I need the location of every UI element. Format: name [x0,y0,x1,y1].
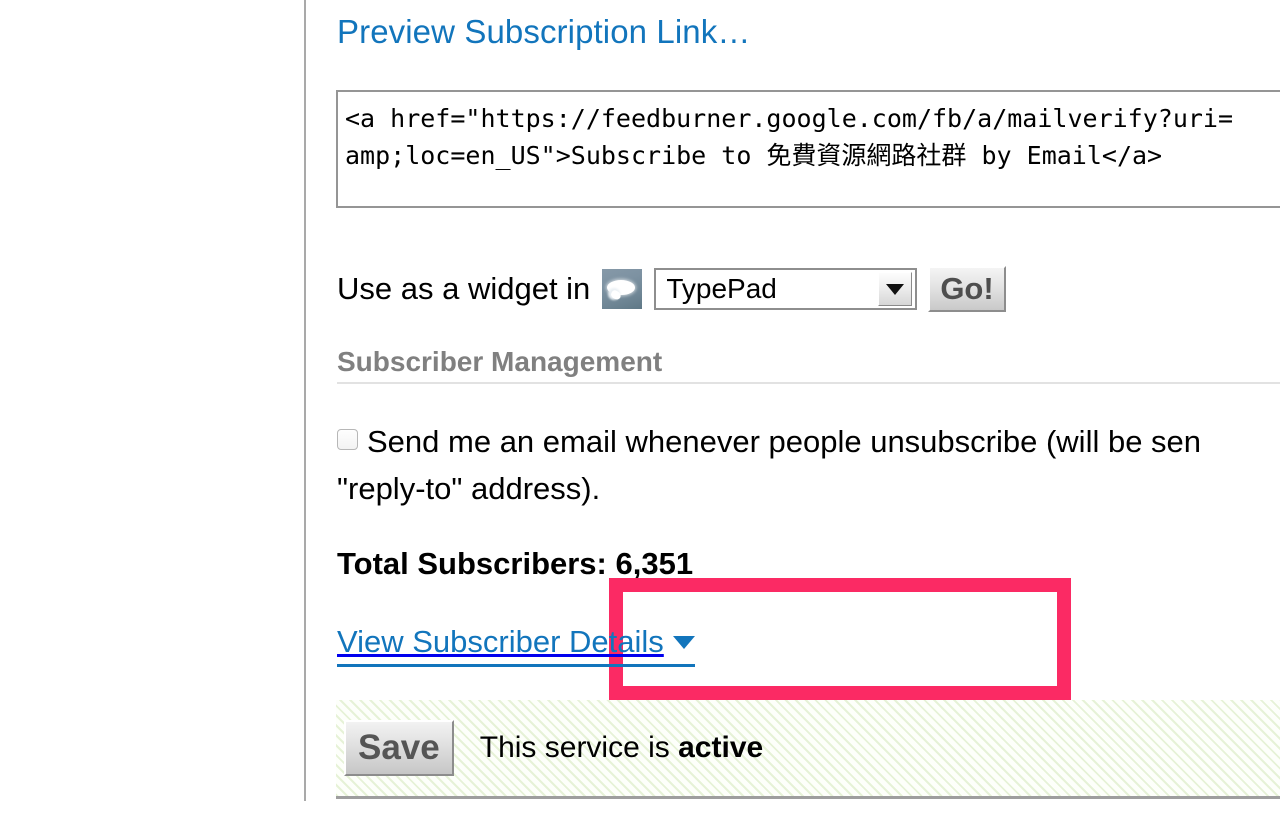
caret-down-icon [672,635,695,649]
preview-subscription-link[interactable]: Preview Subscription Link… [337,12,750,52]
unsubscribe-notification-label-line2: "reply-to" address). [337,471,601,506]
section-divider [337,382,1280,384]
use-as-widget-label: Use as a widget in [337,271,591,306]
code-line-2: amp;loc=en_US">Subscribe to 免費資源網路社群 by … [345,141,1163,170]
service-status-text: This service is active [480,731,763,765]
go-button[interactable]: Go! [928,266,1006,312]
widget-platform-select[interactable]: TypePad [654,268,918,310]
subscription-link-code-textarea[interactable]: <a href="https://feedburner.google.com/f… [336,90,1280,208]
view-subscriber-details-link[interactable]: View Subscriber Details [337,622,695,667]
save-bar: Save This service is active [336,700,1280,799]
feed-settings-content: Preview Subscription Link… <a href="http… [306,0,1280,801]
use-as-widget-row: Use as a widget in TypePad Go! [337,262,1006,316]
view-subscriber-details-label: View Subscriber Details [337,624,664,659]
unsubscribe-notification-label-line1: Send me an email whenever people unsubsc… [367,424,1202,459]
save-button[interactable]: Save [344,720,454,776]
typepad-cloud-icon [602,269,643,309]
page-root: Preview Subscription Link… <a href="http… [0,0,1280,840]
subscriber-management-heading: Subscriber Management [337,346,663,377]
widget-platform-selected-value: TypePad [666,273,777,304]
unsubscribe-notification-row: Send me an email whenever people unsubsc… [337,418,1280,512]
service-status-prefix: This service is [479,731,679,764]
chevron-down-icon[interactable] [878,272,913,306]
unsubscribe-notification-checkbox[interactable] [337,429,358,450]
service-status-value: active [678,731,764,764]
total-subscribers-count: Total Subscribers: 6,351 [337,546,694,581]
code-line-1: <a href="https://feedburner.google.com/f… [345,104,1234,133]
